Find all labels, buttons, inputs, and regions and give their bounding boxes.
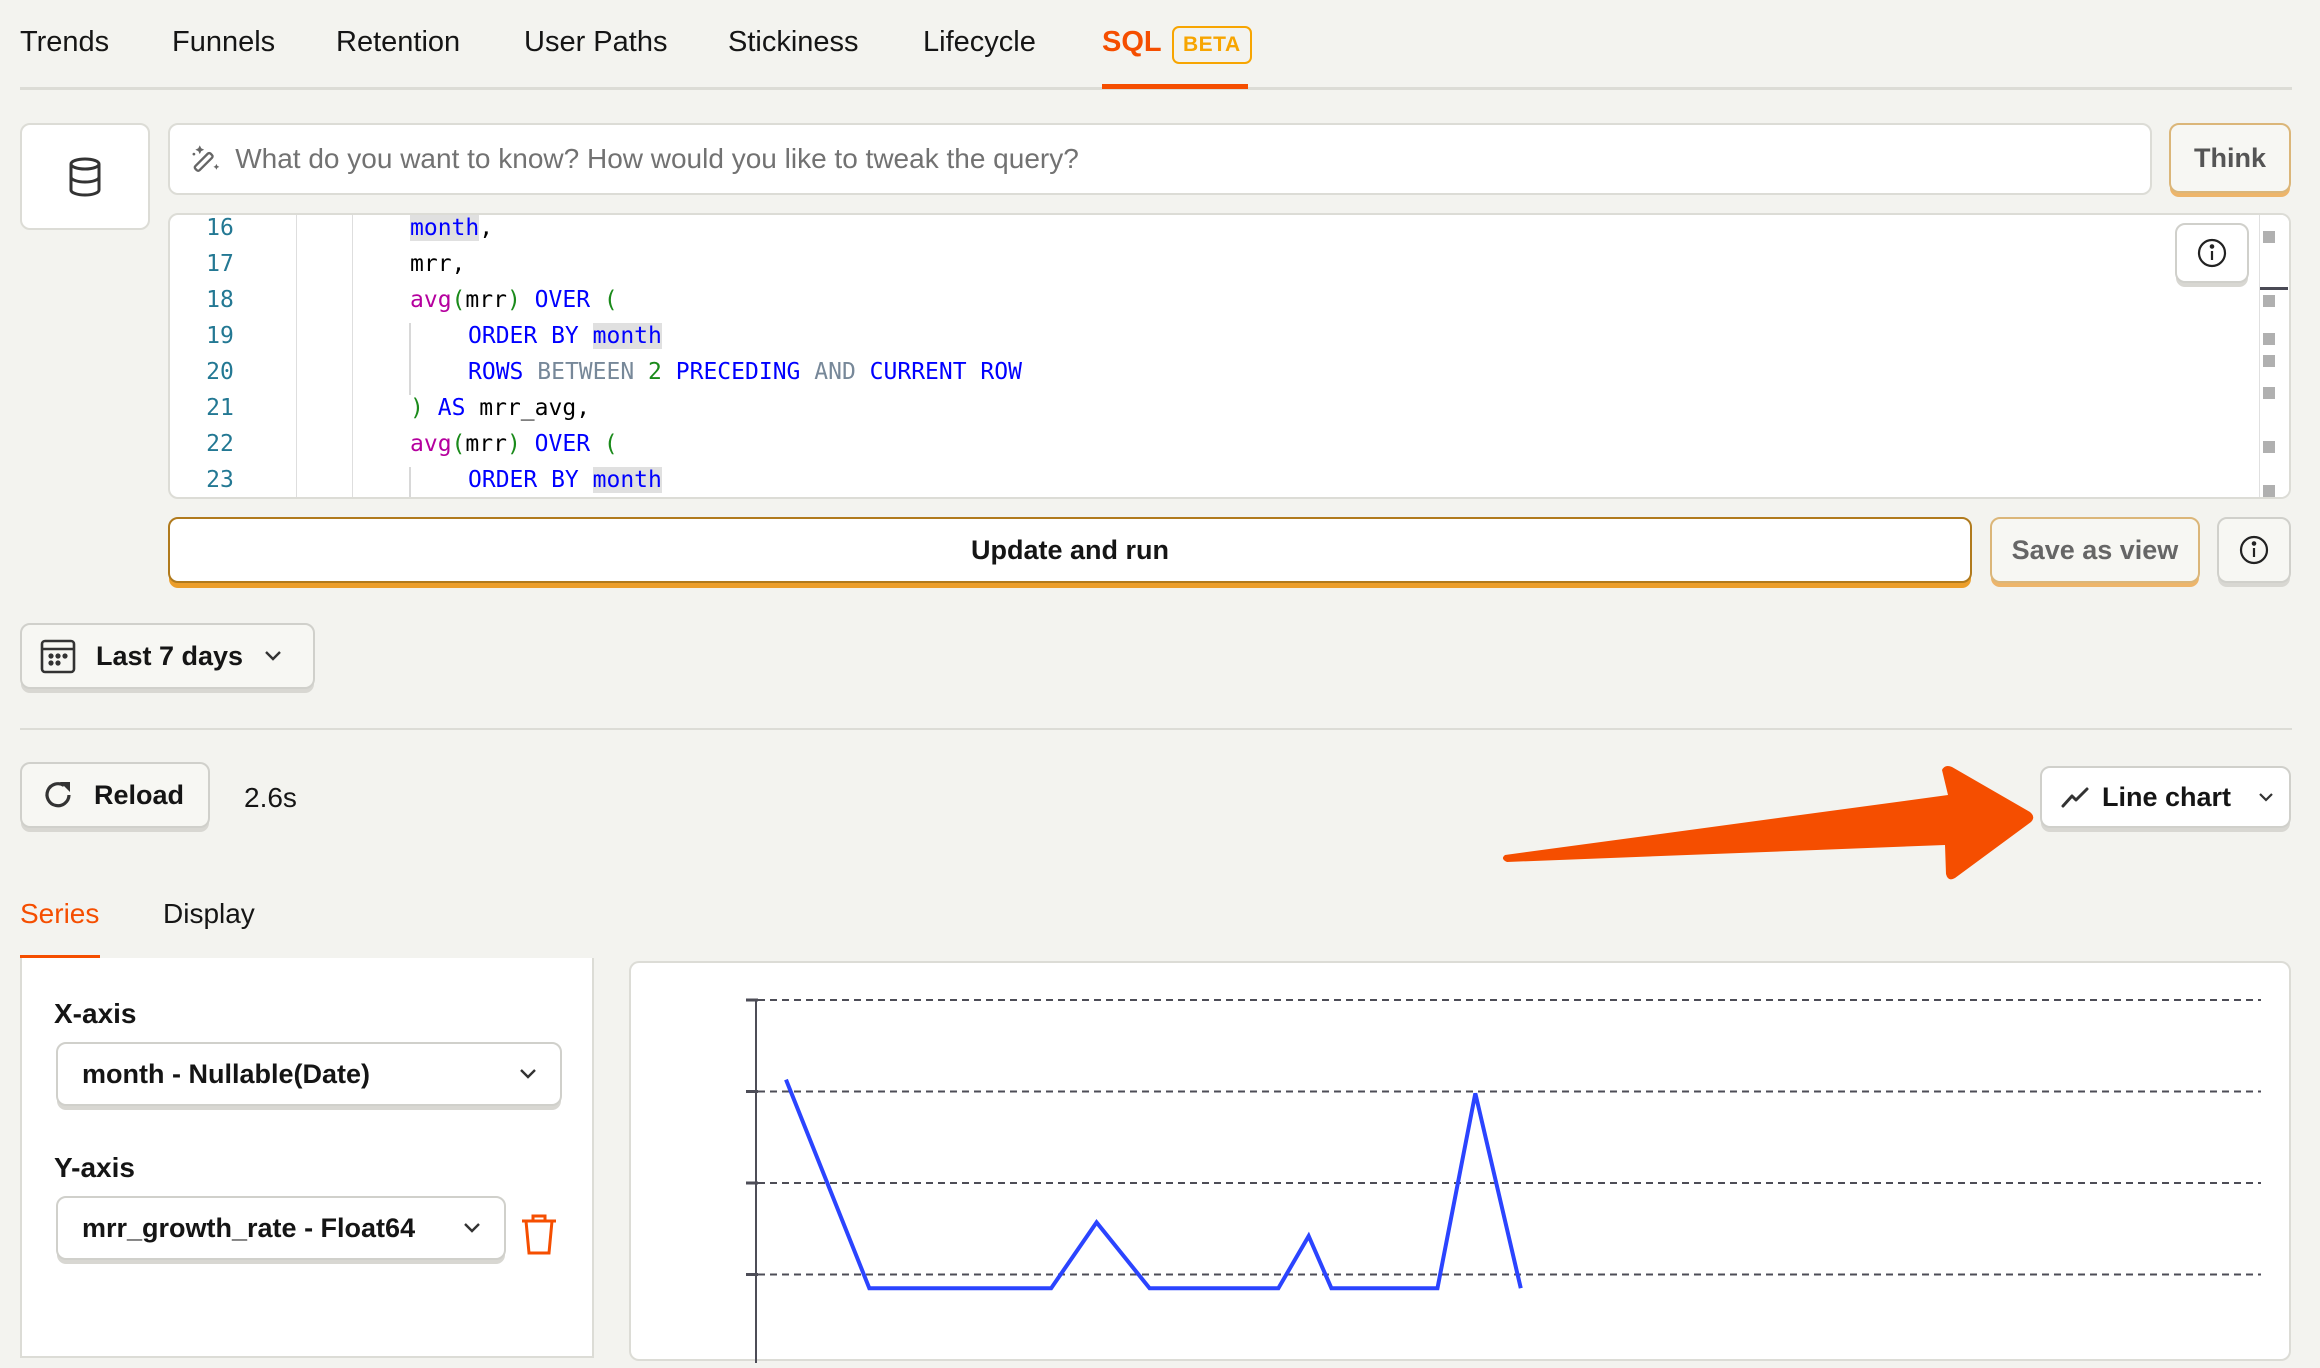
- reload-icon: [45, 782, 71, 808]
- y-axis-select[interactable]: mrr_growth_rate - Float64: [56, 1196, 506, 1260]
- tab-lifecycle[interactable]: Lifecycle: [923, 26, 1036, 59]
- tab-stickiness[interactable]: Stickiness: [728, 26, 859, 59]
- update-and-run-button[interactable]: Update and run: [168, 517, 1972, 583]
- editor-scrollbar[interactable]: [2259, 215, 2289, 497]
- code-line-19: ORDER BY month: [468, 323, 662, 349]
- code-line-17: mrr,: [410, 251, 466, 277]
- info-icon: [2239, 535, 2269, 565]
- code-line-18: avg(mrr) OVER (: [410, 287, 618, 313]
- indent-guide: [409, 323, 411, 395]
- scroll-marker: [2263, 295, 2275, 307]
- scroll-marker: [2263, 441, 2275, 453]
- trash-icon: [522, 1214, 556, 1255]
- run-info-button[interactable]: [2217, 517, 2291, 583]
- calendar-icon: [40, 639, 76, 674]
- scroll-marker: [2263, 387, 2275, 399]
- scroll-position: [2260, 287, 2288, 290]
- annotation-arrow: [1502, 766, 2034, 880]
- database-icon: [69, 157, 101, 197]
- tab-series[interactable]: Series: [20, 898, 99, 930]
- indent-guide: [409, 467, 411, 497]
- line-number: 17: [206, 251, 234, 277]
- prompt-input[interactable]: [235, 143, 2150, 175]
- scroll-marker: [2263, 485, 2275, 497]
- tab-trends[interactable]: Trends: [20, 26, 109, 59]
- tab-sql[interactable]: SQL: [1102, 26, 1162, 59]
- database-schema-button[interactable]: [20, 123, 150, 230]
- tab-funnels[interactable]: Funnels: [172, 26, 275, 59]
- folding-gutter: [297, 215, 353, 497]
- reload-label: Reload: [94, 779, 185, 810]
- chart-type-label: Line chart: [2102, 781, 2232, 812]
- scroll-marker: [2263, 333, 2275, 345]
- chart-type-dropdown[interactable]: Line chart: [2040, 766, 2291, 828]
- chevron-down-icon: [265, 651, 281, 661]
- scroll-marker: [2263, 355, 2275, 367]
- delete-series-button[interactable]: [519, 1212, 559, 1261]
- tab-retention[interactable]: Retention: [336, 26, 460, 59]
- series-config-panel: X-axis month - Nullable(Date) Y-axis mrr…: [20, 958, 594, 1358]
- line-chart: [746, 998, 2261, 1363]
- tab-display[interactable]: Display: [163, 898, 255, 930]
- code-line-21: ) AS mrr_avg,: [410, 395, 591, 421]
- line-chart-icon: [2061, 787, 2089, 808]
- chart-container: [629, 961, 2291, 1363]
- chevron-down-icon: [464, 1223, 480, 1233]
- x-axis-label: X-axis: [54, 998, 137, 1029]
- line-number: 21: [206, 395, 234, 421]
- date-range-picker[interactable]: Last 7 days: [20, 623, 315, 689]
- line-number: 23: [206, 467, 234, 493]
- scroll-marker: [2263, 231, 2275, 243]
- line-number: 19: [206, 323, 234, 349]
- code-line-22: avg(mrr) OVER (: [410, 431, 618, 457]
- think-button[interactable]: Think: [2169, 123, 2291, 193]
- line-number: 18: [206, 287, 234, 313]
- code-line-23: ORDER BY month: [468, 467, 662, 493]
- save-as-view-button[interactable]: Save as view: [1990, 517, 2200, 583]
- reload-button[interactable]: Reload: [20, 762, 210, 828]
- code-line-20: ROWS BETWEEN 2 PRECEDING AND CURRENT ROW: [468, 359, 1022, 385]
- query-duration: 2.6s: [244, 782, 297, 813]
- line-number: 20: [206, 359, 234, 385]
- x-axis-select[interactable]: month - Nullable(Date): [56, 1042, 562, 1106]
- date-range-label: Last 7 days: [96, 640, 244, 671]
- sql-code-editor[interactable]: 16 17 18 19 20 21 22 23 month, mrr, avg(…: [168, 213, 2291, 499]
- y-axis-value: mrr_growth_rate - Float64: [82, 1212, 416, 1243]
- line-number: 16: [206, 215, 234, 241]
- line-number: 22: [206, 431, 234, 457]
- x-axis-value: month - Nullable(Date): [82, 1058, 370, 1089]
- chevron-down-icon: [520, 1069, 536, 1079]
- magic-wand-icon: [192, 145, 220, 172]
- code-line-16: month,: [410, 215, 494, 241]
- section-divider: [20, 728, 2292, 730]
- y-axis-label: Y-axis: [54, 1152, 135, 1183]
- ai-prompt-field[interactable]: [168, 123, 2152, 195]
- chevron-down-icon: [2259, 793, 2273, 802]
- tab-user-paths[interactable]: User Paths: [524, 26, 667, 59]
- info-icon: [2197, 238, 2227, 268]
- insight-type-tabs: Trends Funnels Retention User Paths Stic…: [20, 0, 2292, 90]
- active-tab-indicator: [1102, 84, 1248, 89]
- editor-info-button[interactable]: [2175, 223, 2249, 283]
- beta-badge: BETA: [1172, 26, 1252, 64]
